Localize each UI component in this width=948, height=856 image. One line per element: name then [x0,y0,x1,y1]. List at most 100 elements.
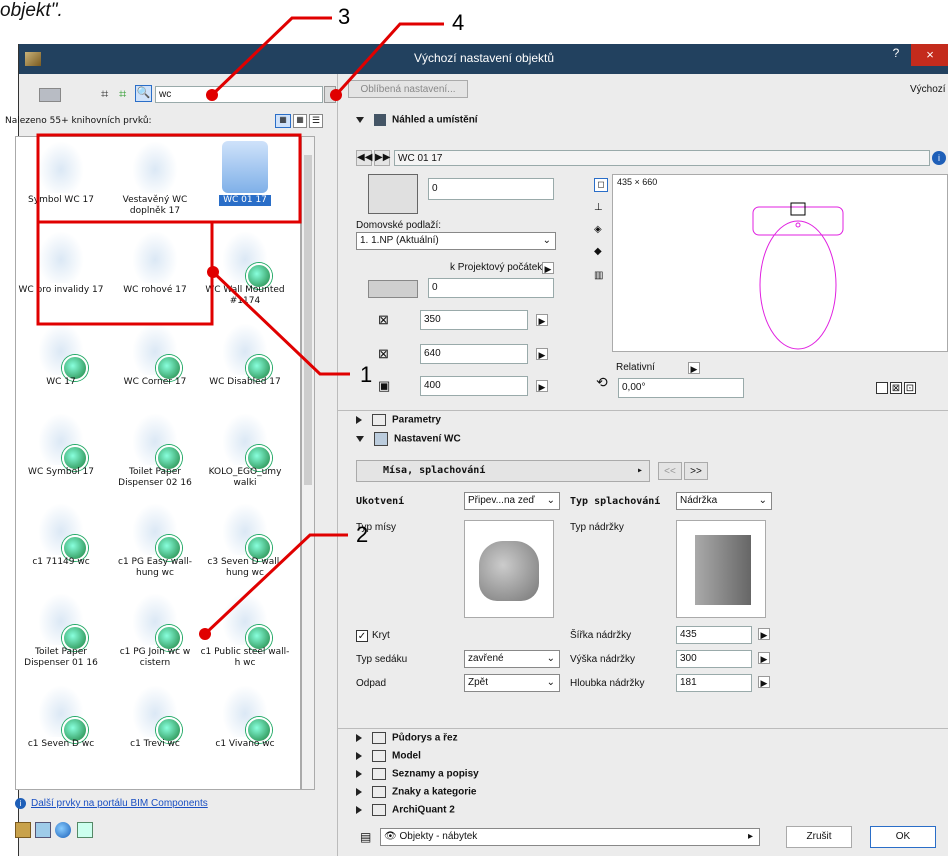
library-item[interactable]: WC pro invalidy 17 [16,227,106,315]
height-link-button[interactable]: ▶ [536,380,548,392]
project-zero-button[interactable]: ▶ [542,262,554,274]
section-params-header[interactable]: Parametry [356,414,916,434]
bim-upload-icon[interactable] [77,822,93,838]
library-item[interactable]: c1 Seven D wc [16,681,106,769]
folder-view-icon[interactable] [39,88,61,102]
bim-components-link[interactable]: Další prvky na portálu BIM Components [31,798,208,809]
library-item-label: Toilet Paper Dispenser 01 16 [24,647,98,668]
relative-button[interactable]: ▶ [688,362,700,374]
library-scrollbar[interactable] [301,136,315,790]
home-story-select[interactable]: 1. 1.NP (Aktuální) ⌄ [356,232,556,250]
library-item[interactable]: c3 Seven D wall-hung wc [200,499,290,587]
view-small-icon[interactable]: ▦ [293,114,307,128]
library-item[interactable]: Toilet Paper Dispenser 02 16 [110,409,200,497]
library-item[interactable]: Toilet Paper Dispenser 01 16 [16,589,106,677]
scrollbar-thumb[interactable] [304,155,312,485]
collapsed-section-header[interactable]: Znaky a kategorie [356,786,916,806]
collapsed-section-header[interactable]: Model [356,750,916,770]
page-dropdown[interactable]: Mísa, splachování ▸ [356,460,650,482]
library-item[interactable]: WC Symbol 17 [16,409,106,497]
3d-shaded-view-icon[interactable]: ◆ [594,246,602,257]
3d-view-icon[interactable]: ◈ [594,224,602,235]
green-tree-icon[interactable]: ⌗ [119,86,126,102]
section-icon [372,786,386,798]
elevation2-field[interactable]: 0 [428,278,554,298]
collapsed-section-header[interactable]: ArchiQuant 2 [356,804,916,824]
library-item[interactable]: WC Wall Mounted #1174 [200,227,290,315]
library-item[interactable]: c1 71149 wc [16,499,106,587]
view-large-icon[interactable]: ▦ [275,114,291,128]
library-manager-icon[interactable] [15,822,31,838]
flush-type-select[interactable]: Nádržka ⌄ [676,492,772,510]
width-icon: ⊠ [378,312,389,327]
info-icon: i [15,798,26,809]
mirror-x-checkbox[interactable]: ⊠ [890,382,902,394]
plan-view-icon[interactable]: ◻ [594,178,608,192]
elevation-field[interactable]: 0 [428,178,554,200]
section-preview-header[interactable]: Náhled a umístění [356,114,916,134]
library-item[interactable]: KOLO_EGO_umy walki [200,409,290,497]
search-toggle-icon[interactable]: 🔍 [135,85,152,102]
close-button[interactable]: × [911,44,948,66]
anchor-select[interactable]: Připev...na zeď ⌄ [464,492,560,510]
next-page-button[interactable]: >> [684,462,708,480]
tank-type-picker[interactable] [676,520,766,618]
cancel-button[interactable]: Zrušit [786,826,852,848]
section-wc-header[interactable]: Nastavení WC [356,432,916,452]
depth-field[interactable]: 640 [420,344,528,364]
tank-height-label: Výška nádržky [570,654,636,665]
view-list-icon[interactable]: ☰ [309,114,323,128]
drain-select[interactable]: Zpět ⌄ [464,674,560,692]
library-item[interactable]: WC Disabled 17 [200,319,290,407]
library-item-label: WC Corner 17 [123,377,187,387]
library-item[interactable]: c1 Vivano wc [200,681,290,769]
object-info-icon[interactable]: i [932,151,946,165]
elevation-view-icon[interactable]: ▥ [594,270,603,281]
tank-height-button[interactable]: ▶ [758,652,770,664]
chevron-down-icon: ⌄ [546,495,555,506]
library-item[interactable]: Symbol WC 17 [16,137,106,225]
collapsed-section-header[interactable]: Seznamy a popisy [356,768,916,788]
ok-button[interactable]: OK [870,826,936,848]
library-item[interactable]: WC rohové 17 [110,227,200,315]
library-item[interactable]: c1 Trevi wc [110,681,200,769]
search-input[interactable]: wc [155,86,323,103]
add-library-icon[interactable] [35,822,51,838]
library-item[interactable]: WC 01 17 [200,137,290,225]
depth-link-button[interactable]: ▶ [536,348,548,360]
search-clear-button[interactable] [324,86,336,103]
library-item[interactable]: WC 17 [16,319,106,407]
tank-width-button[interactable]: ▶ [758,628,770,640]
library-item[interactable]: Vestavěný WC doplněk 17 [110,137,200,225]
next-object-button[interactable]: ▶▶ [374,150,390,166]
seat-type-select[interactable]: zavřené ⌄ [464,650,560,668]
tank-height-field[interactable]: 300 [676,650,752,668]
tank-width-field[interactable]: 435 [676,626,752,644]
favorites-button[interactable]: Oblíbená nastavení... [348,80,468,98]
height-field[interactable]: 400 [420,376,528,396]
library-item[interactable]: c1 PG Easy wall-hung wc [110,499,200,587]
cover-checkbox[interactable]: ✓ [356,630,368,642]
library-item[interactable]: c1 Public steel wall-h wc [200,589,290,677]
help-button[interactable]: ? [887,46,905,66]
mirror-y-checkbox[interactable]: ⊡ [904,382,916,394]
globe-icon[interactable] [55,822,71,838]
width-link-button[interactable]: ▶ [536,314,548,326]
tank-depth-field[interactable]: 181 [676,674,752,692]
collapsed-section-header[interactable]: Půdorys a řez [356,732,916,752]
dialog-window: Výchozí nastavení objektů ? × ⌗ ⌗ 🔍 wc N… [5,44,948,856]
width-field[interactable]: 350 [420,310,528,330]
layer-select[interactable]: 👁 Objekty - nábytek ▸ [380,828,760,846]
prev-page-button[interactable]: << [658,462,682,480]
library-item[interactable]: WC Corner 17 [110,319,200,407]
tree-icon[interactable]: ⌗ [101,86,108,102]
prev-object-button[interactable]: ◀◀ [356,150,372,166]
library-item-label: c1 PG Join wc w cistern [119,647,191,668]
tank-depth-button[interactable]: ▶ [758,676,770,688]
bowl-type-picker[interactable] [464,520,554,618]
section-view-icon[interactable]: ⊥ [594,202,603,213]
library-item[interactable]: c1 PG Join wc w cistern [110,589,200,677]
elevation2-icon [368,280,418,298]
angle-field[interactable]: 0,00° [618,378,744,398]
mirror-none-checkbox[interactable] [876,382,888,394]
